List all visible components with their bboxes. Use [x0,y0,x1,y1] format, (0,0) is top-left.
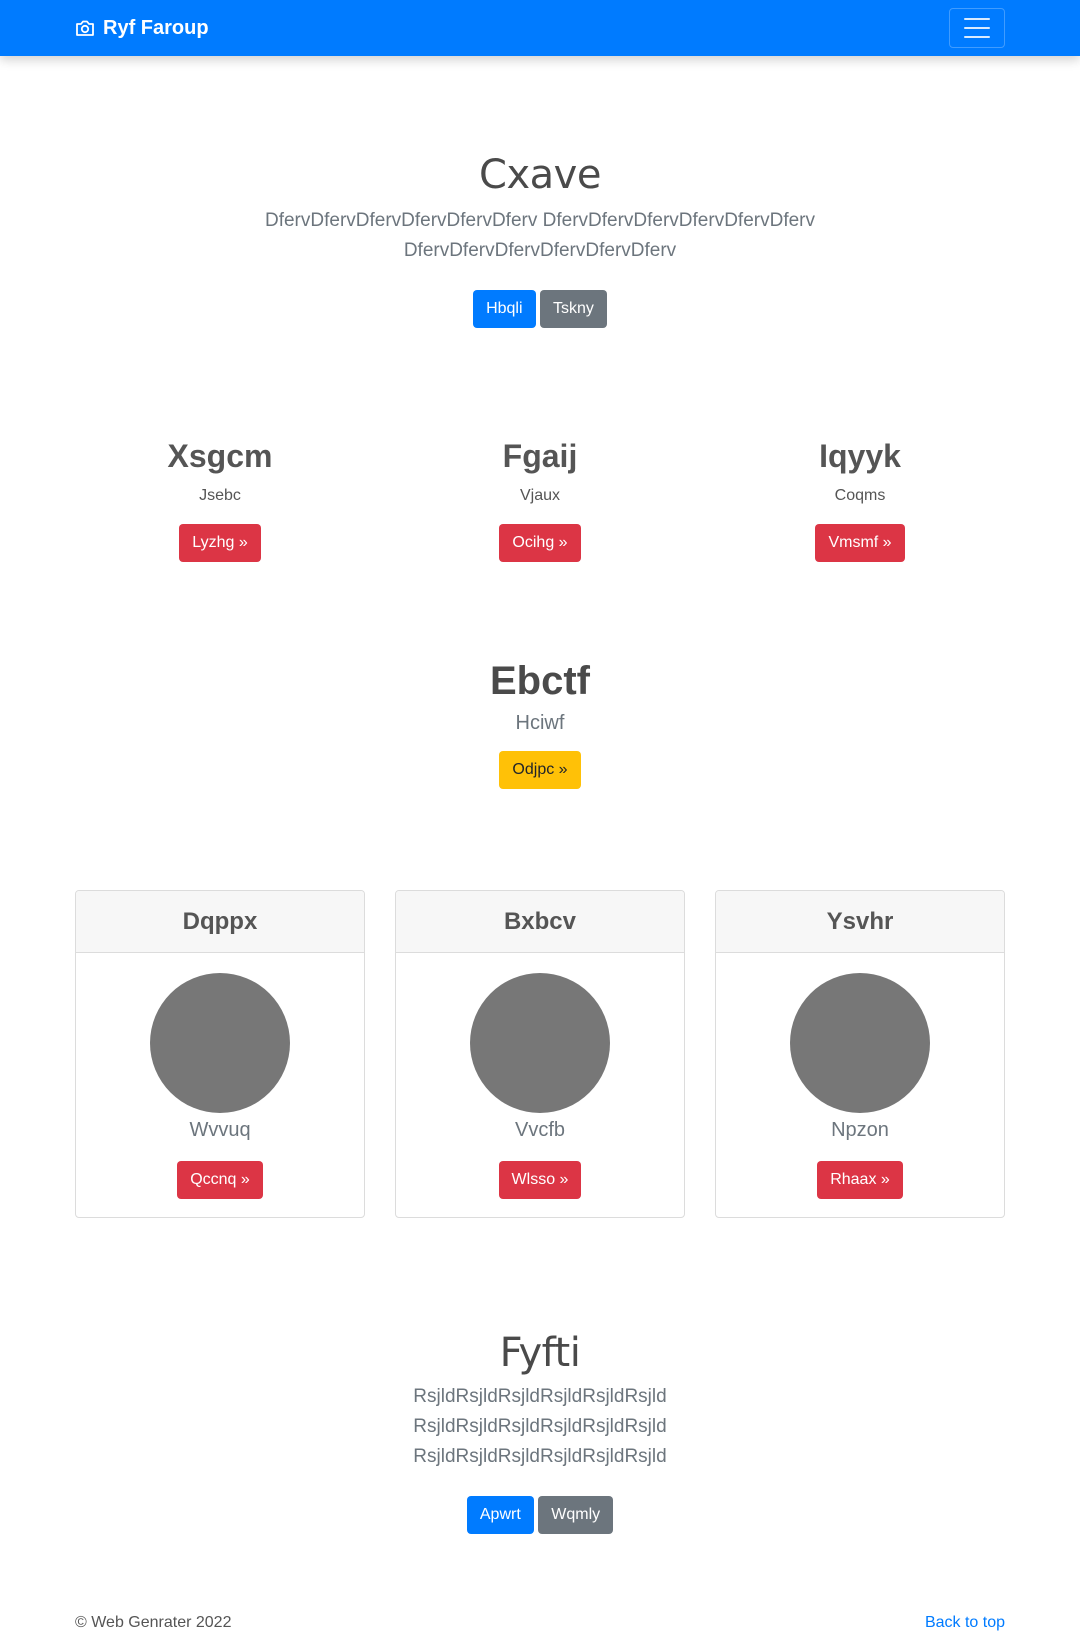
navbar: Ryf Faroup [0,0,1080,56]
cta-secondary-button[interactable]: Wqmly [538,1496,614,1534]
card-header: Dqppx [76,891,364,953]
hero-secondary-button[interactable]: Tskny [540,290,607,328]
feature-button[interactable]: Vmsmf » [815,524,905,562]
hero-primary-button[interactable]: Hbqli [473,290,536,328]
highlight-subtitle: Hciwf [515,712,565,734]
feature-subtitle: Vjaux [519,487,561,504]
card-button[interactable]: Qccnq » [177,1161,263,1199]
avatar [790,973,930,1113]
menu-toggle-button[interactable] [949,8,1005,48]
highlight-section: Ebctf Hciwf Odjpc » [0,658,1080,789]
card-button[interactable]: Wlsso » [498,1161,582,1199]
camera-icon [75,19,95,37]
back-to-top-link[interactable]: Back to top [925,1614,1005,1632]
avatar [470,973,610,1113]
highlight-button[interactable]: Odjpc » [499,751,581,789]
cta-text: RsjldRsjldRsjldRsjldRsjldRsjld RsjldRsjl… [413,1386,667,1467]
hero-section: Cxave DfervDfervDfervDfervDfervDferv Dfe… [0,152,1080,328]
cta-section: Fyfti RsjldRsjldRsjldRsjldRsjldRsjld Rsj… [0,1330,1080,1534]
highlight-title: Ebctf [490,659,590,703]
feature-column: Xsgcm Jsebc Lyzhg » [60,436,380,562]
avatar [150,973,290,1113]
cta-primary-button[interactable]: Apwrt [466,1496,534,1534]
footer-copyright: © Web Genrater 2022 [75,1614,232,1631]
feature-title: Fgaij [502,438,578,474]
hamburger-icon-bar [964,36,990,38]
hamburger-icon-bar [964,27,990,29]
feature-button[interactable]: Ocihg » [499,524,581,562]
feature-title: Xsgcm [167,438,273,474]
feature-column: Fgaij Vjaux Ocihg » [380,436,700,562]
feature-subtitle: Jsebc [199,487,241,504]
hero-title: Cxave [479,152,601,198]
feature-subtitle: Coqms [834,487,886,504]
cta-title: Fyfti [499,1330,581,1376]
brand-name: Ryf Faroup [103,16,209,39]
hamburger-icon-bar [964,18,990,20]
profile-card: Ysvhr Npzon Rhaax » [715,890,1005,1218]
card-header: Bxbcv [396,891,684,953]
brand-link[interactable]: Ryf Faroup [75,0,209,56]
profile-card: Dqppx Wvvuq Qccnq » [75,890,365,1218]
card-name: Npzon [831,1119,889,1141]
feature-column: Iqyyk Coqms Vmsmf » [700,436,1020,562]
profile-card: Bxbcv Vvcfb Wlsso » [395,890,685,1218]
card-header: Ysvhr [716,891,1004,953]
hero-text: DfervDfervDfervDfervDfervDferv DfervDfer… [264,210,815,261]
card-button[interactable]: Rhaax » [817,1161,903,1199]
feature-button[interactable]: Lyzhg » [179,524,261,562]
card-name: Wvvuq [189,1119,251,1141]
feature-title: Iqyyk [819,438,901,474]
card-name: Vvcfb [514,1119,566,1141]
